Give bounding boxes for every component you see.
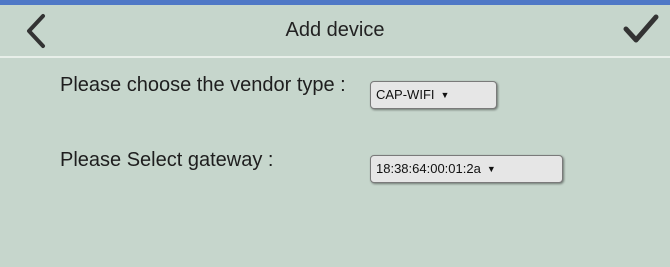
page-title: Add device	[285, 19, 385, 41]
chevron-left-icon[interactable]	[24, 13, 48, 49]
gateway-select[interactable]: 18:38:64:00:01:2a ▼	[370, 155, 563, 183]
checkmark-icon[interactable]	[622, 12, 660, 46]
dropdown-arrow-icon: ▼	[440, 90, 450, 100]
title-bar: Add device	[0, 5, 670, 58]
add-device-form: Please choose the vendor type : CAP-WIFI…	[0, 58, 670, 267]
vendor-type-label: Please choose the vendor type :	[60, 74, 346, 96]
gateway-label: Please Select gateway :	[60, 149, 274, 171]
gateway-value: 18:38:64:00:01:2a	[376, 161, 481, 176]
vendor-type-value: CAP-WIFI	[376, 87, 435, 102]
vendor-type-select[interactable]: CAP-WIFI ▼	[370, 81, 497, 109]
dropdown-arrow-icon: ▼	[486, 164, 496, 174]
app-screen: Add device Please choose the vendor type…	[0, 0, 670, 267]
